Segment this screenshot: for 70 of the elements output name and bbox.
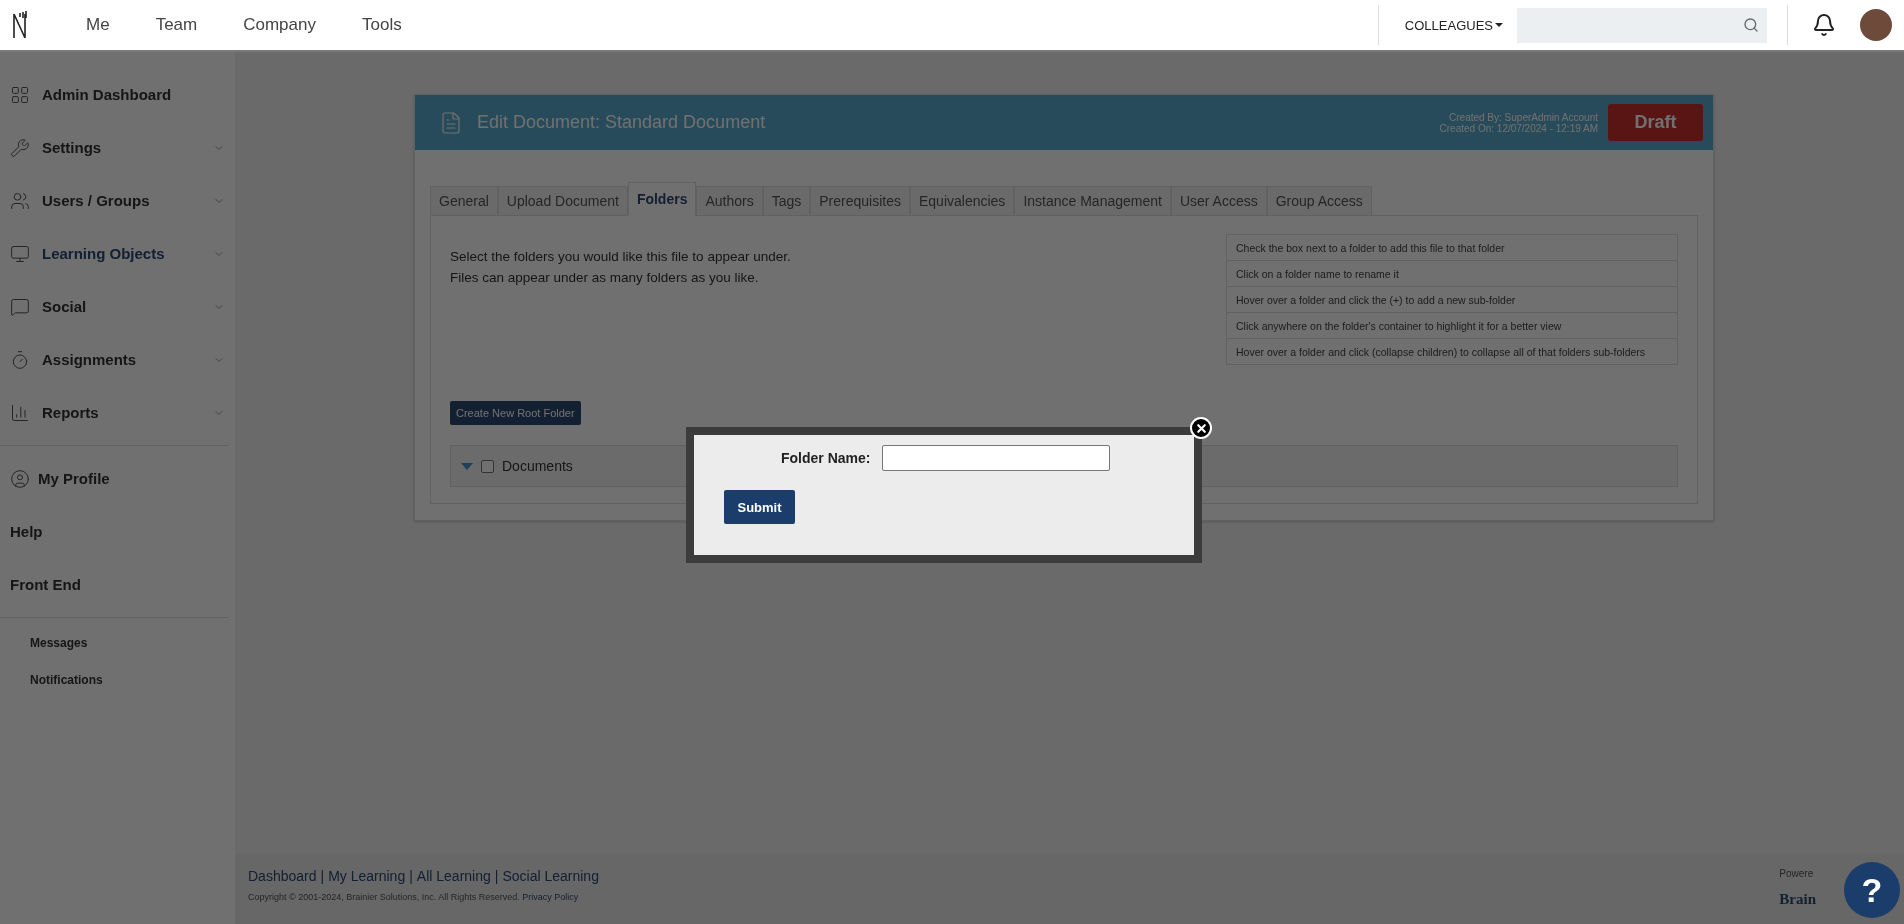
tab[interactable]: User Access	[1170, 186, 1267, 216]
footer-link[interactable]: Social Learning	[502, 868, 599, 884]
tab[interactable]: Instance Management	[1014, 186, 1171, 216]
sidebar-item[interactable]: Social	[0, 280, 235, 333]
sidebar-item[interactable]: Help	[0, 505, 235, 558]
sidebar-item[interactable]: Reports	[0, 386, 235, 439]
footer-link[interactable]: Dashboard	[248, 868, 317, 884]
document-title: Edit Document: Standard Document	[477, 112, 767, 133]
tip-row: Click on a folder name to rename it	[1227, 261, 1677, 287]
tab[interactable]: Tags	[762, 186, 811, 216]
folder-checkbox[interactable]	[481, 459, 494, 473]
close-icon	[1194, 421, 1208, 435]
footer-link[interactable]: All Learning	[416, 868, 491, 884]
tab[interactable]: Equivalencies	[910, 186, 1015, 216]
create-folder-button[interactable]: Create New Root Folder	[450, 401, 581, 425]
created-on: Created On: 12/07/2024 - 12:19 AM	[1439, 122, 1598, 134]
sidebar-item[interactable]: Users / Groups	[0, 174, 235, 227]
nav-link[interactable]: Tools	[361, 15, 402, 35]
tip-row: Click anywhere on the folder's container to highlight it for a better view	[1227, 313, 1677, 339]
status-button[interactable]: Draft	[1608, 104, 1703, 141]
tip-row: Check the box next to a folder to add this file to that folder	[1227, 235, 1677, 261]
sidebar-icon	[10, 84, 30, 105]
sidebar-item[interactable]: My Profile	[0, 452, 235, 505]
folder-name-input[interactable]	[882, 445, 1111, 471]
bell-icon[interactable]	[1812, 13, 1836, 37]
separator: |	[494, 868, 499, 884]
footer-link[interactable]: My Learning	[328, 868, 406, 884]
sidebar-icon	[10, 190, 30, 211]
sidebar-item[interactable]: Front End	[0, 558, 235, 611]
field-label: Folder Name:	[781, 450, 871, 466]
tab[interactable]: Prerequisites	[810, 186, 910, 216]
tab[interactable]: Group Access	[1266, 186, 1372, 216]
search-field[interactable]	[1517, 7, 1767, 43]
user-icon	[10, 468, 30, 489]
sidebar-icon	[10, 296, 30, 317]
brand-logo: Brain	[1779, 891, 1816, 908]
logo[interactable]	[12, 10, 28, 40]
tab[interactable]: Folders	[627, 182, 697, 216]
separator: |	[320, 868, 325, 884]
privacy-link[interactable]: Privacy Policy	[522, 892, 579, 902]
sidebar-icon	[10, 243, 30, 264]
tab[interactable]: Upload Document	[497, 186, 628, 216]
sidebar-item[interactable]: Settings	[0, 121, 235, 174]
caret-icon	[1495, 23, 1503, 27]
sidebar-icon	[10, 402, 30, 423]
separator: |	[409, 868, 413, 884]
document-icon	[439, 110, 463, 135]
nav-link[interactable]: Team	[155, 15, 198, 35]
sidebar-icon	[10, 137, 30, 158]
nav-link[interactable]: Me	[86, 15, 110, 35]
search-icon[interactable]	[1743, 17, 1759, 33]
tab[interactable]: Authors	[696, 186, 763, 216]
sidebar-subitem[interactable]: Messages	[0, 624, 235, 661]
sidebar-item[interactable]: Admin Dashboard	[0, 68, 235, 121]
instruction-text: Select the folders you would like this file to appear under.	[450, 248, 791, 266]
submit-button[interactable]: Submit	[724, 490, 795, 524]
colleagues-dropdown[interactable]: COLLEAGUES	[1398, 16, 1509, 34]
sidebar-icon	[10, 349, 30, 370]
created-by: Created By: SuperAdmin Account	[1449, 111, 1598, 123]
tip-row: Hover over a folder and click (collapse children) to collapse all of that folders sub-folders	[1227, 339, 1677, 365]
instruction-text: Files can appear under as many folders as you like.	[450, 269, 760, 287]
nav-link[interactable]: Company	[243, 15, 316, 35]
sidebar-subitem[interactable]: Notifications	[0, 661, 235, 698]
tab[interactable]: General	[430, 186, 498, 216]
tip-row: Hover over a folder and click the (+) to add a new sub-folder	[1227, 287, 1677, 313]
sidebar-item[interactable]: Learning Objects	[0, 227, 235, 280]
powered-text: Powere	[1779, 868, 1814, 879]
avatar[interactable]	[1860, 9, 1892, 41]
sidebar-item[interactable]: Assignments	[0, 333, 235, 386]
folder-name[interactable]: Documents	[502, 458, 573, 474]
